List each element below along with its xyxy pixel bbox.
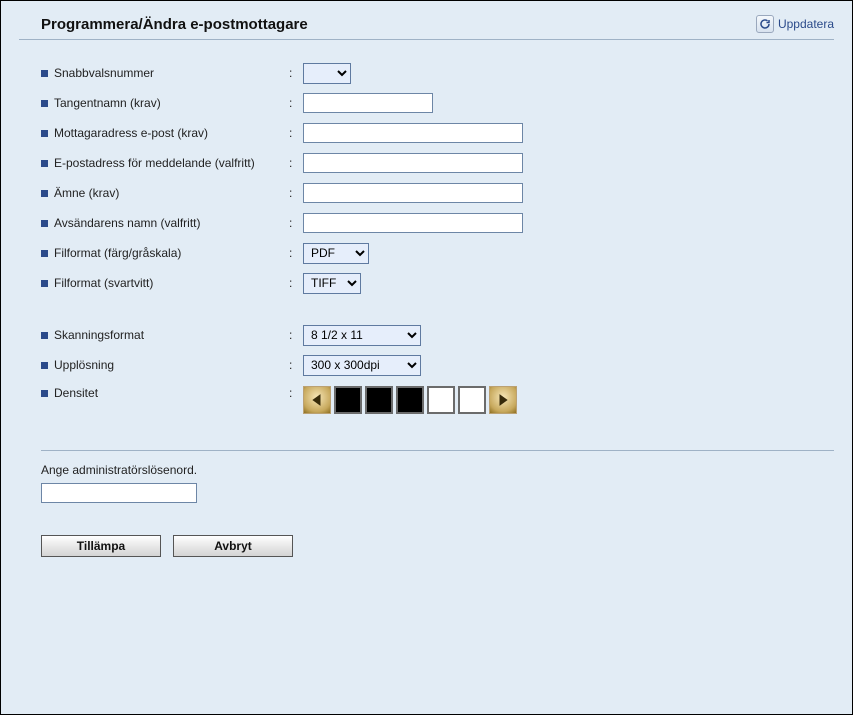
bullet-icon [41, 190, 48, 197]
label-notify-email: E-postadress för meddelande (valfritt) [41, 156, 289, 170]
bullet-icon [41, 100, 48, 107]
bullet-icon [41, 332, 48, 339]
notify-email-input[interactable] [303, 153, 523, 173]
header-row: Programmera/Ändra e-postmottagare Uppdat… [19, 11, 834, 39]
label-subject: Ämne (krav) [41, 186, 289, 200]
admin-divider [41, 450, 834, 451]
colon: : [289, 156, 303, 170]
label-text: Mottagaradress e-post (krav) [54, 126, 208, 140]
row-sender-name: Avsändarens namn (valfritt) : [41, 208, 834, 238]
colon: : [289, 246, 303, 260]
admin-block: Ange administratörslösenord. Tillämpa Av… [41, 450, 834, 557]
bullet-icon [41, 70, 48, 77]
row-recipient-email: Mottagaradress e-post (krav) : [41, 118, 834, 148]
bullet-icon [41, 280, 48, 287]
triangle-left-icon [311, 393, 323, 407]
label-recipient-email: Mottagaradress e-post (krav) [41, 126, 289, 140]
colon: : [289, 186, 303, 200]
label-speed-dial: Snabbvalsnummer [41, 66, 289, 80]
bullet-icon [41, 220, 48, 227]
key-name-input[interactable] [303, 93, 433, 113]
bullet-icon [41, 250, 48, 257]
button-row: Tillämpa Avbryt [41, 535, 834, 557]
recipient-email-input[interactable] [303, 123, 523, 143]
scan-format-select[interactable]: 8 1/2 x 11 [303, 325, 421, 346]
label-text: Upplösning [54, 358, 114, 372]
density-group [303, 386, 517, 414]
bullet-icon [41, 362, 48, 369]
label-text: Skanningsformat [54, 328, 144, 342]
density-increase-button[interactable] [489, 386, 517, 414]
file-format-bw-select[interactable]: TIFF [303, 273, 361, 294]
row-scan-format: Skanningsformat : 8 1/2 x 11 [41, 320, 834, 350]
density-step-5[interactable] [458, 386, 486, 414]
sender-name-input[interactable] [303, 213, 523, 233]
row-resolution: Upplösning : 300 x 300dpi [41, 350, 834, 380]
bullet-icon [41, 390, 48, 397]
cancel-button[interactable]: Avbryt [173, 535, 293, 557]
colon: : [289, 66, 303, 80]
density-step-2[interactable] [365, 386, 393, 414]
update-link[interactable]: Uppdatera [756, 15, 834, 33]
subject-input[interactable] [303, 183, 523, 203]
density-step-4[interactable] [427, 386, 455, 414]
row-density: Densitet : [41, 386, 834, 416]
label-file-format-color: Filformat (färg/gråskala) [41, 246, 289, 260]
label-text: Snabbvalsnummer [54, 66, 154, 80]
label-text: E-postadress för meddelande (valfritt) [54, 156, 255, 170]
bullet-icon [41, 130, 48, 137]
row-key-name: Tangentnamn (krav) : [41, 88, 834, 118]
label-text: Filformat (svartvitt) [54, 276, 153, 290]
row-file-format-bw: Filformat (svartvitt) : TIFF [41, 268, 834, 298]
update-label: Uppdatera [778, 17, 834, 31]
label-text: Avsändarens namn (valfritt) [54, 216, 201, 230]
row-notify-email: E-postadress för meddelande (valfritt) : [41, 148, 834, 178]
colon: : [289, 358, 303, 372]
density-step-1[interactable] [334, 386, 362, 414]
label-text: Filformat (färg/gråskala) [54, 246, 181, 260]
label-sender-name: Avsändarens namn (valfritt) [41, 216, 289, 230]
colon: : [289, 386, 303, 400]
admin-password-input[interactable] [41, 483, 197, 503]
colon: : [289, 276, 303, 290]
admin-password-label: Ange administratörslösenord. [41, 463, 834, 477]
label-text: Tangentnamn (krav) [54, 96, 161, 110]
label-file-format-bw: Filformat (svartvitt) [41, 276, 289, 290]
refresh-icon [756, 15, 774, 33]
resolution-select[interactable]: 300 x 300dpi [303, 355, 421, 376]
row-file-format-color: Filformat (färg/gråskala) : PDF [41, 238, 834, 268]
colon: : [289, 216, 303, 230]
colon: : [289, 328, 303, 342]
form-area: Snabbvalsnummer : Tangentnamn (krav) : [19, 58, 834, 557]
row-subject: Ämne (krav) : [41, 178, 834, 208]
file-format-color-select[interactable]: PDF [303, 243, 369, 264]
row-speed-dial: Snabbvalsnummer : [41, 58, 834, 88]
header-divider [19, 39, 834, 40]
page-title: Programmera/Ändra e-postmottagare [41, 16, 308, 33]
label-key-name: Tangentnamn (krav) [41, 96, 289, 110]
label-density: Densitet [41, 386, 289, 400]
bullet-icon [41, 160, 48, 167]
page-frame: Programmera/Ändra e-postmottagare Uppdat… [0, 0, 853, 715]
apply-button[interactable]: Tillämpa [41, 535, 161, 557]
density-step-3[interactable] [396, 386, 424, 414]
colon: : [289, 96, 303, 110]
label-text: Densitet [54, 386, 98, 400]
speed-dial-select[interactable] [303, 63, 351, 84]
label-resolution: Upplösning [41, 358, 289, 372]
triangle-right-icon [497, 393, 509, 407]
label-scan-format: Skanningsformat [41, 328, 289, 342]
colon: : [289, 126, 303, 140]
density-decrease-button[interactable] [303, 386, 331, 414]
label-text: Ämne (krav) [54, 186, 119, 200]
